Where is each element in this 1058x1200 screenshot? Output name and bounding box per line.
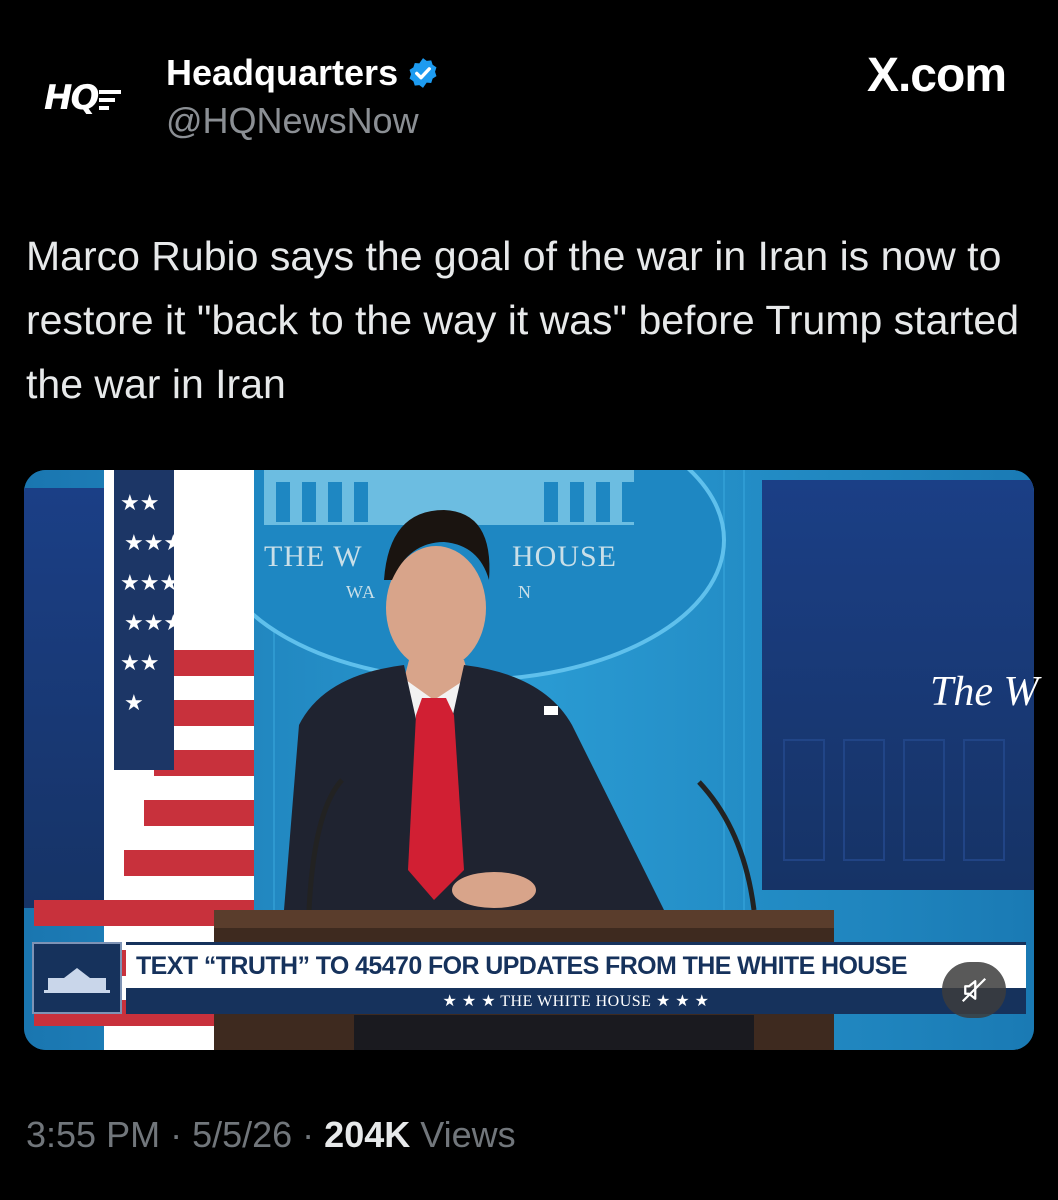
hq-logo[interactable]: HQ (44, 78, 128, 118)
screen-text: The W (930, 669, 1039, 715)
svg-text:★★★: ★★★ (120, 571, 179, 596)
chyron-sub-text: ★ ★ ★ THE WHITE HOUSE ★ ★ ★ (442, 993, 710, 1010)
svg-text:★★★: ★★★ (124, 611, 183, 636)
meta-separator: · (160, 1114, 193, 1155)
svg-text:★★★: ★★★ (124, 531, 183, 556)
seal-subtext-n: N (518, 582, 532, 602)
chyron-text: TEXT “TRUTH” TO 45470 FOR UPDATES FROM T… (136, 952, 908, 980)
tweet-text: Marco Rubio says the goal of the war in … (26, 233, 1020, 407)
author-handle[interactable]: @HQNewsNow (166, 100, 419, 142)
seal-text-house: HOUSE (512, 540, 618, 573)
chyron-sub-bar: ★ ★ ★ THE WHITE HOUSE ★ ★ ★ (126, 988, 1026, 1014)
seal-subtext-right: N (518, 582, 532, 603)
seal-text-left: THE W (264, 540, 363, 574)
views-count: 204K (324, 1114, 411, 1155)
tweet-meta: 3:55 PM · 5/5/26 · 204K Views (26, 1114, 516, 1156)
meta-separator-2: · (292, 1114, 325, 1155)
author-name-row: Headquarters (166, 52, 440, 94)
speaker-muted-icon (961, 977, 987, 1003)
logo-bars (99, 90, 122, 110)
white-house-icon (44, 968, 110, 993)
tweet-time[interactable]: 3:55 PM (26, 1114, 160, 1155)
seal-text-right: HOUSE (512, 540, 617, 574)
display-name[interactable]: Headquarters (166, 52, 398, 94)
white-house-logo-box (32, 942, 122, 1014)
seal-subtext-wa: WA (346, 582, 376, 602)
mute-button[interactable] (942, 962, 1006, 1018)
verified-badge-icon (409, 58, 437, 88)
tweet-header: HQ Headquarters @HQNewsNow X.com (0, 0, 1058, 200)
views-label: Views (410, 1114, 516, 1155)
seal-text-the-w: THE W (264, 540, 363, 573)
seal-subtext-left: WA (346, 582, 376, 603)
x-com-watermark: X.com (866, 49, 1007, 102)
chyron-bar: TEXT “TRUTH” TO 45470 FOR UPDATES FROM T… (126, 942, 1026, 988)
logo-text: HQ (44, 78, 99, 118)
svg-text:★★: ★★ (120, 491, 159, 516)
svg-text:★★: ★★ (120, 651, 159, 676)
tweet-date[interactable]: 5/5/26 (192, 1114, 292, 1155)
svg-text:★: ★ (124, 691, 144, 716)
